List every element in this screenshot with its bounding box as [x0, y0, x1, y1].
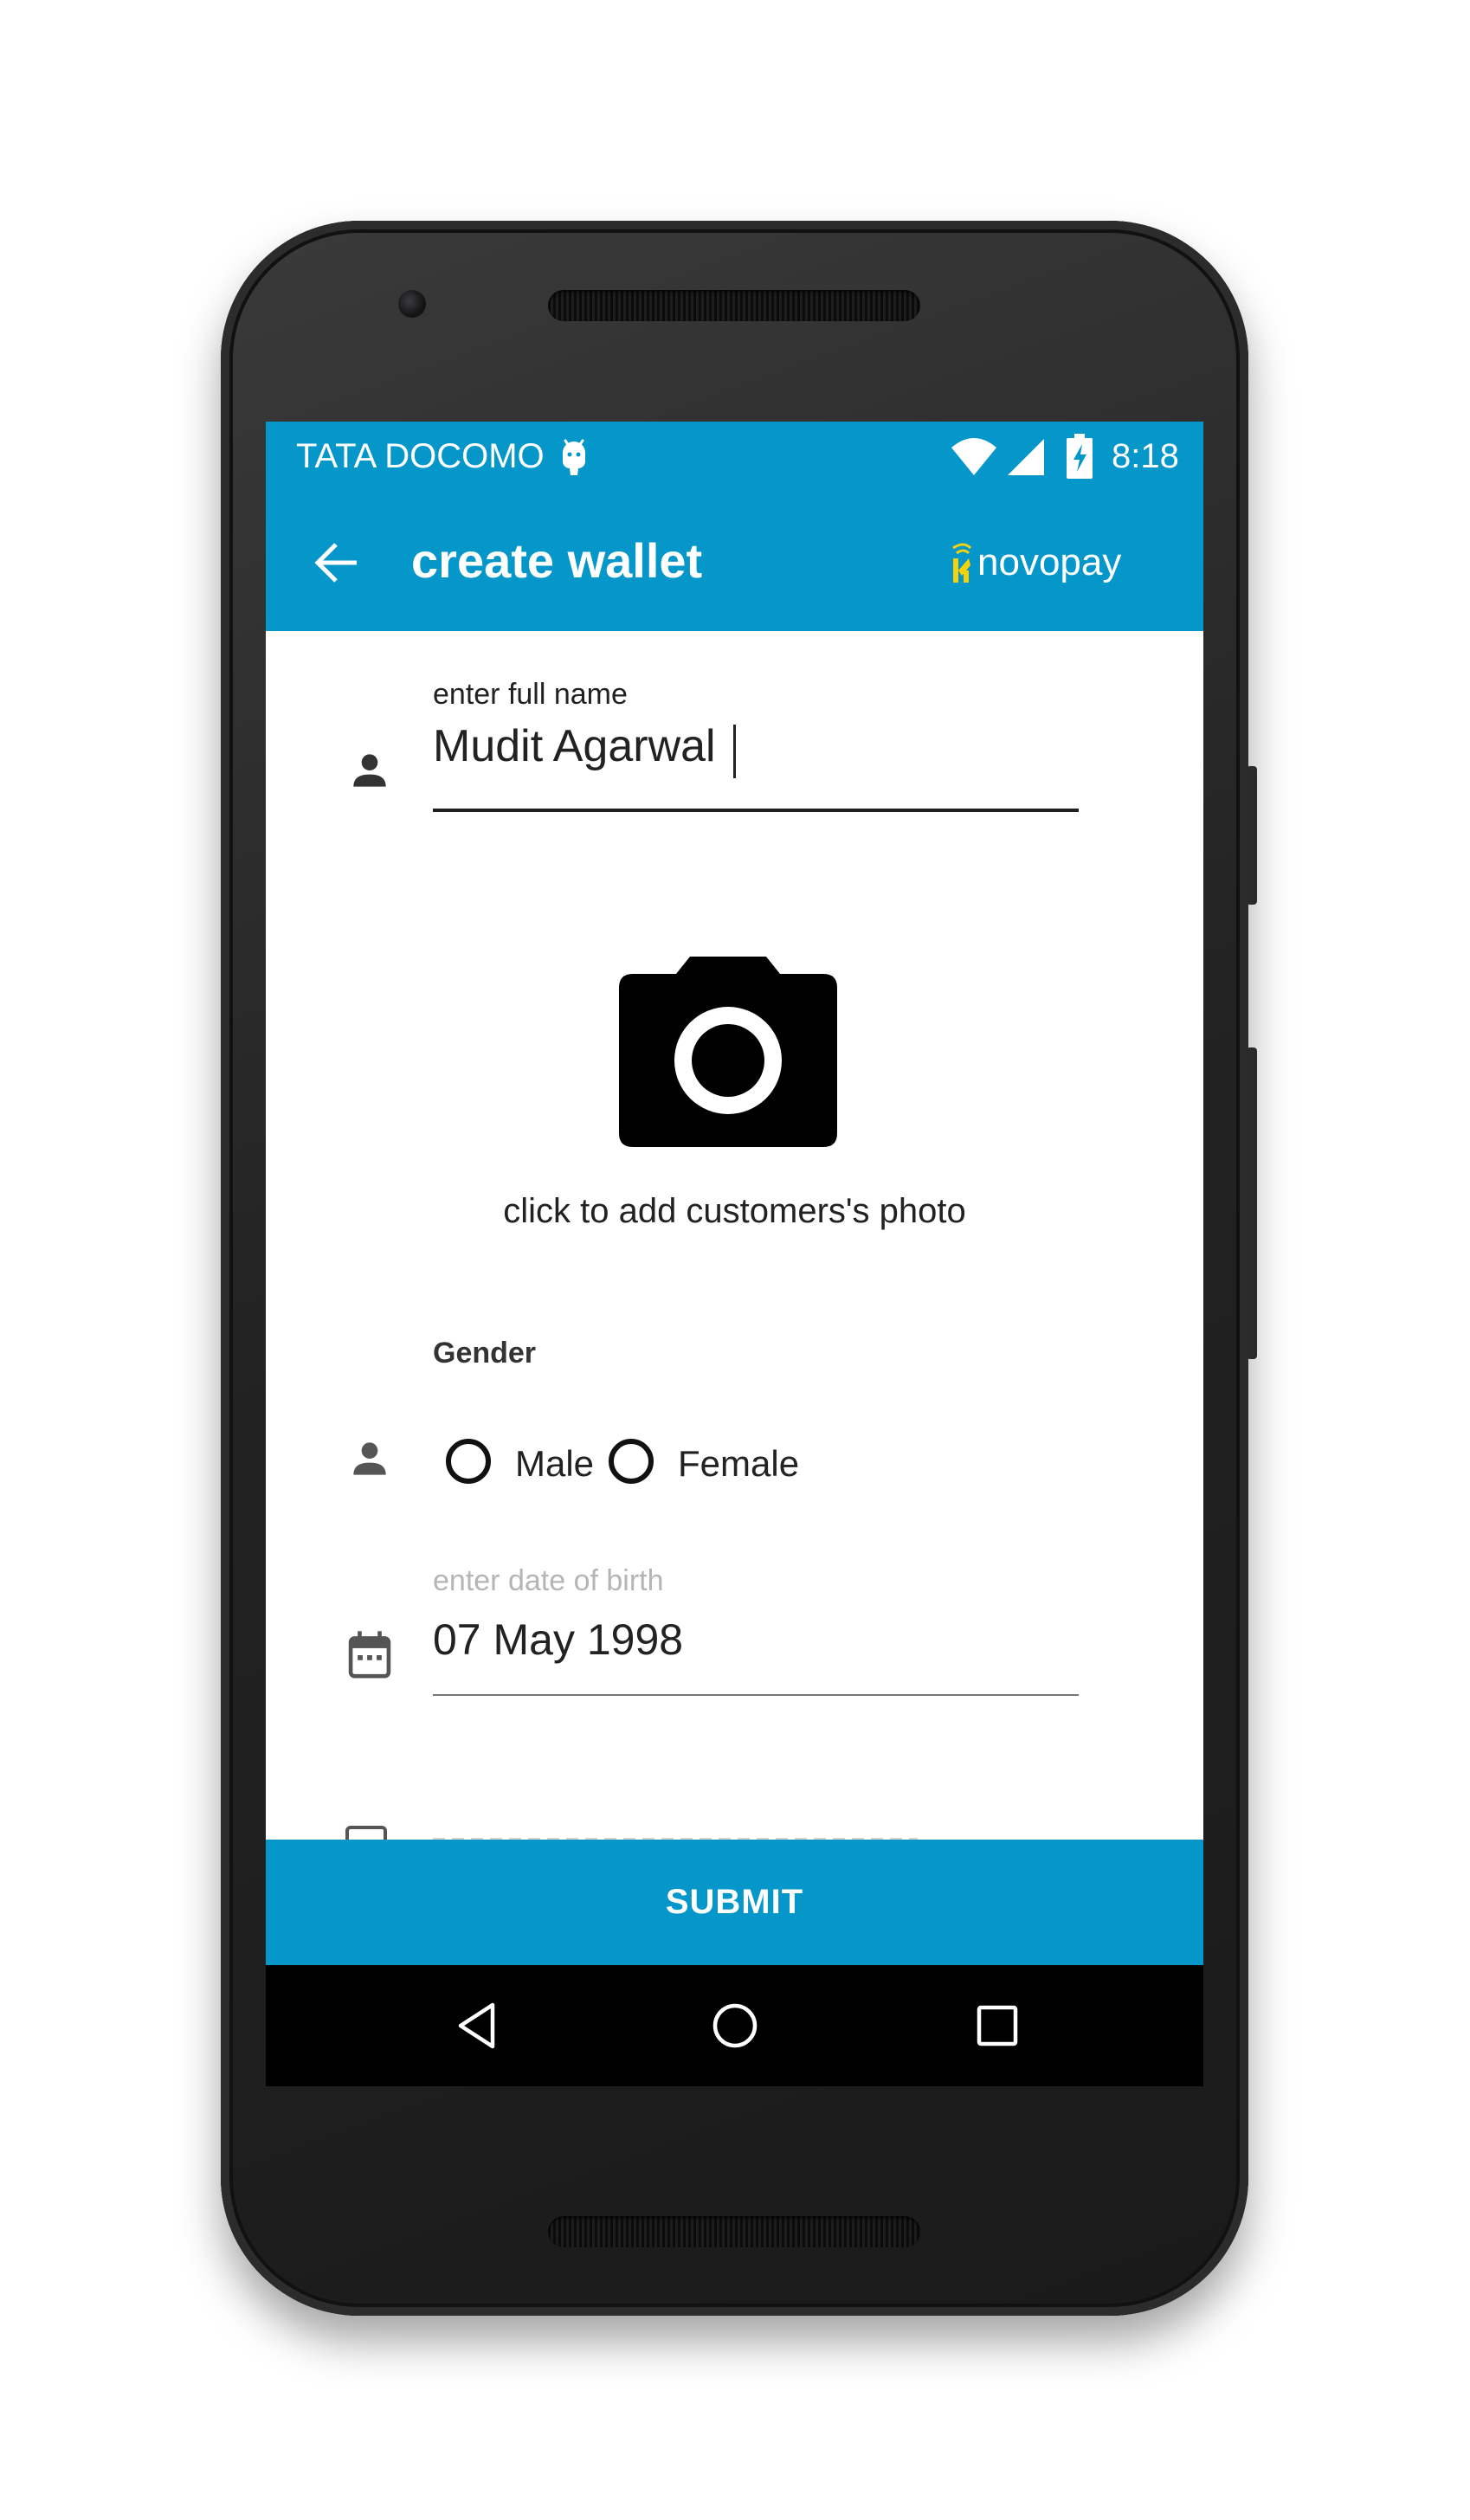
- top-speaker: [548, 290, 920, 321]
- wifi-icon: [951, 438, 996, 475]
- submit-button[interactable]: SUBMIT: [266, 1840, 1203, 1965]
- battery-charging-icon: [1067, 434, 1093, 479]
- carrier-name: TATA DOCOMO: [296, 437, 545, 475]
- app-bar: create wallet novopay: [266, 493, 1203, 631]
- status-bar: TATA DOCOMO 8:18: [266, 422, 1203, 493]
- camera-icon[interactable]: [619, 948, 837, 1147]
- navigation-bar: [266, 1965, 1203, 2086]
- nav-recents-icon[interactable]: [971, 2000, 1023, 2052]
- calendar-icon: [348, 1631, 391, 1679]
- dob-input-underline: [433, 1694, 1079, 1696]
- page-title: create wallet: [411, 533, 703, 588]
- gender-label: Gender: [433, 1337, 537, 1370]
- radio-female[interactable]: [609, 1439, 654, 1484]
- screen: TATA DOCOMO 8:18 create wallet novopay e…: [266, 422, 1203, 2086]
- nav-home-icon[interactable]: [709, 2000, 761, 2052]
- radio-male-label[interactable]: Male: [515, 1443, 594, 1485]
- brand-logo: novopay: [950, 539, 1121, 586]
- photo-caption[interactable]: click to add customers's photo: [266, 1192, 1203, 1231]
- brand-mark-icon: [952, 543, 972, 583]
- android-icon: [563, 439, 585, 475]
- dob-input-value: 07 May 1998: [433, 1615, 684, 1664]
- name-field-label: enter full name: [433, 678, 628, 711]
- volume-button: [1247, 1047, 1257, 1359]
- front-camera: [398, 290, 426, 318]
- person-icon: [353, 1442, 386, 1475]
- power-button: [1247, 766, 1257, 905]
- back-arrow-icon[interactable]: [313, 541, 360, 584]
- name-input-value: Mudit Agarwal: [433, 721, 716, 771]
- person-icon: [353, 754, 386, 787]
- radio-male[interactable]: [446, 1439, 491, 1484]
- dob-input[interactable]: 07 May 1998: [433, 1614, 1079, 1684]
- bottom-speaker: [548, 2216, 920, 2247]
- radio-female-label[interactable]: Female: [678, 1443, 799, 1485]
- dob-field-label: enter date of birth: [433, 1564, 664, 1597]
- signal-icon: [1008, 439, 1044, 475]
- brand-name: novopay: [977, 541, 1122, 583]
- text-cursor: [733, 725, 736, 778]
- name-input[interactable]: Mudit Agarwal: [433, 720, 1079, 798]
- clock: 8:18: [1112, 437, 1179, 475]
- nav-back-icon[interactable]: [452, 2000, 504, 2052]
- name-input-underline: [433, 809, 1079, 812]
